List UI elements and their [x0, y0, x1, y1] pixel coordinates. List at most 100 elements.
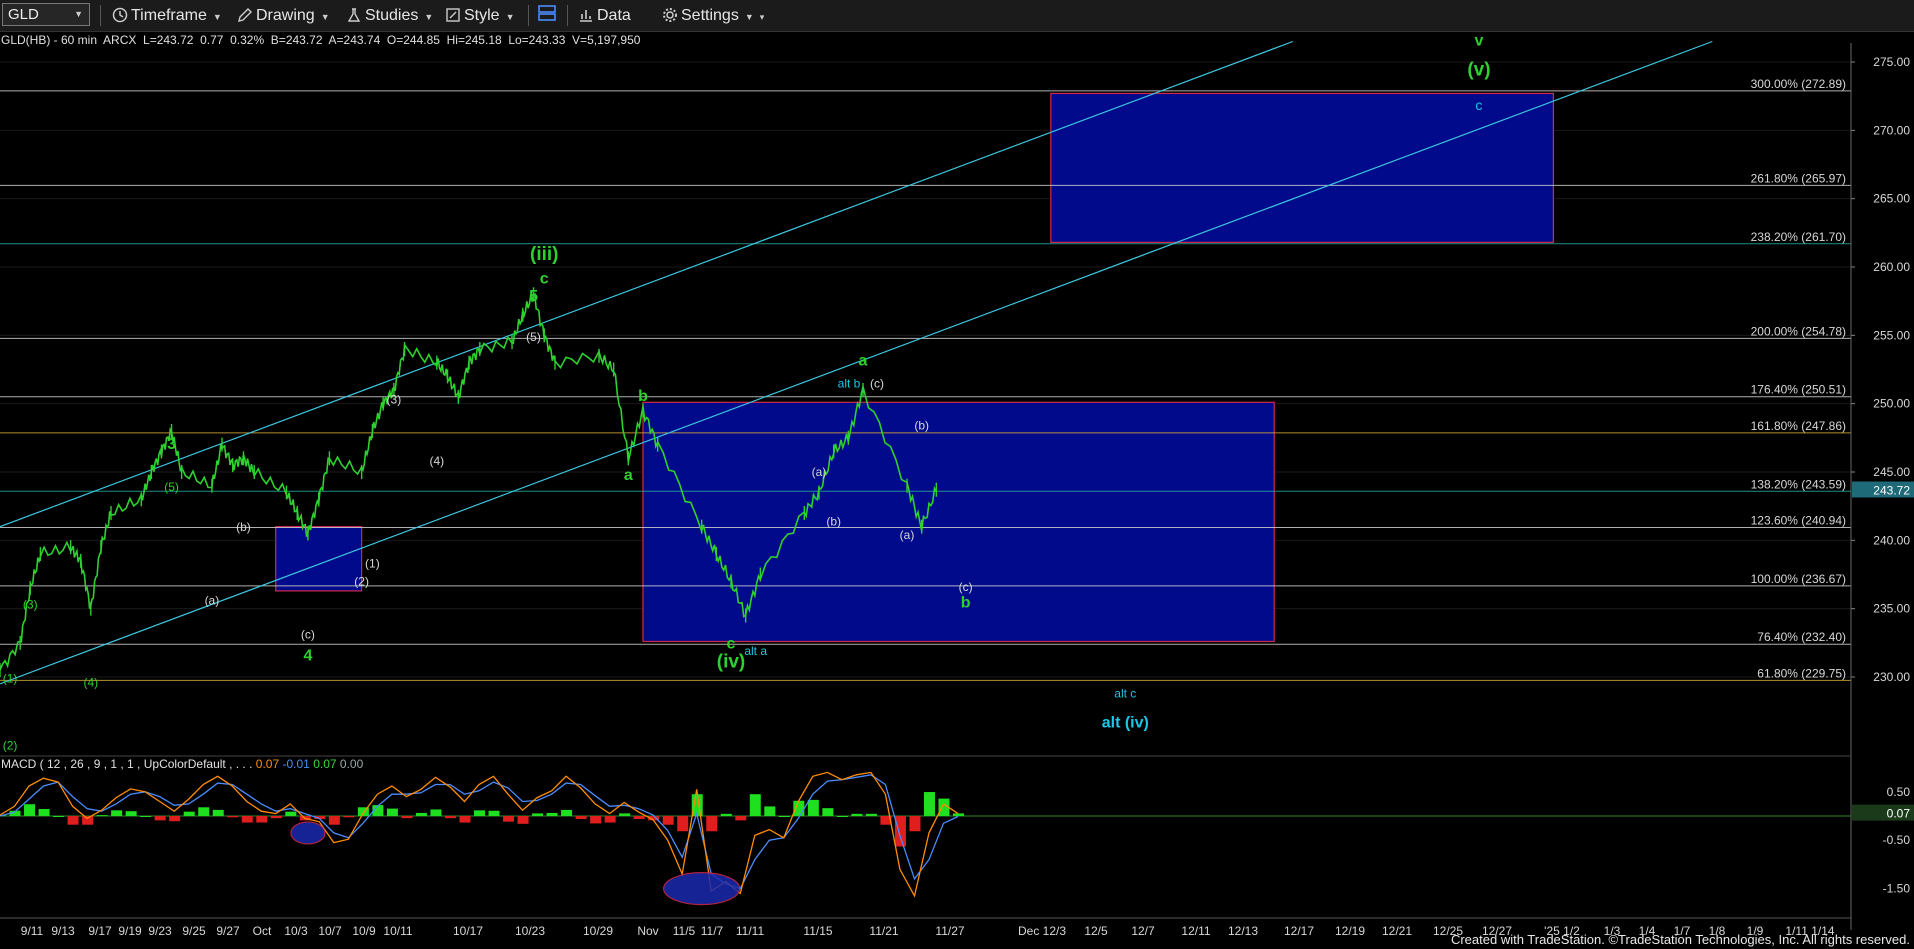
date-tick-label: Oct — [253, 924, 272, 938]
data-label: Data — [597, 7, 631, 24]
date-tick-label: 12/21 — [1382, 924, 1412, 938]
pencil-icon — [238, 8, 252, 22]
date-tick-label: Nov — [637, 924, 658, 938]
chevron-down-icon: ▼ — [744, 12, 754, 22]
macd-hist-bar — [285, 811, 297, 816]
wave-label: (3) — [23, 598, 38, 612]
macd-hist-bar — [953, 813, 964, 816]
date-tick-label: 9/13 — [51, 924, 75, 938]
timeframe-label: Timeframe — [131, 7, 207, 24]
price-chart[interactable]: 300.00% (272.89) 261.80% (265.97) 238.20% … — [0, 31, 1914, 949]
y-tick-label: 230.00 — [1873, 670, 1910, 684]
wave-label: v — [1474, 33, 1483, 50]
macd-hist-bar — [677, 816, 689, 832]
macd-hist-bar — [67, 816, 79, 825]
macd-hist-bar — [836, 816, 848, 817]
style-menu[interactable]: Style ▼ — [445, 0, 515, 31]
date-tick-label: 12/11 — [1181, 924, 1210, 938]
wave-label: alt c — [1114, 687, 1136, 701]
macd-divergence-ellipse — [290, 821, 326, 845]
macd-hist-bar — [328, 816, 340, 825]
macd-hist-bar — [169, 816, 181, 822]
wave-label: c — [540, 270, 549, 287]
fib-label: 300.00% (272.89) — [1751, 77, 1846, 91]
macd-hist-bar — [662, 816, 674, 825]
symbol-selector[interactable]: GLD ▼ — [2, 3, 90, 26]
date-tick-label: 11/15 — [803, 924, 832, 938]
date-tick-label: 9/19 — [118, 924, 142, 938]
macd-hist-bar — [517, 816, 529, 824]
settings-label: Settings — [681, 7, 739, 24]
wave-label: (b) — [914, 419, 929, 433]
macd-hist-bar — [633, 816, 645, 820]
macd-header: MACD ( 12 , 26 , 9 , 1 , 1 , UpColorDefa… — [1, 757, 363, 771]
macd-hist-bar — [865, 813, 877, 816]
wave-label: c — [727, 635, 736, 652]
macd-hist-bar — [706, 816, 718, 832]
wave-label: (2) — [3, 738, 18, 752]
toolbar-separator — [567, 5, 568, 26]
macd-hist-bar — [386, 808, 398, 816]
flask-icon — [347, 8, 361, 22]
y-tick-label: 255.00 — [1873, 328, 1910, 342]
date-tick-label: 11/11 — [736, 924, 765, 938]
fib-label: 123.60% (240.94) — [1751, 513, 1846, 527]
macd-hist-bar — [154, 816, 166, 821]
macd-hist-bar — [111, 810, 123, 816]
settings-menu[interactable]: Settings ▼ ▾ — [662, 0, 764, 31]
macd-hist-bar — [24, 804, 36, 816]
date-tick-label: 9/27 — [216, 924, 240, 938]
y-tick-label: 245.00 — [1873, 465, 1910, 479]
chevron-down-icon: ▾ — [759, 12, 765, 22]
macd-hist-bar — [430, 809, 442, 816]
wave-label: (5) — [526, 330, 541, 344]
wave-label: (c) — [301, 628, 315, 642]
macd-hist-bar — [909, 816, 921, 832]
wave-label: (a) — [205, 594, 220, 608]
date-tick-label: 9/23 — [148, 924, 172, 938]
macd-hist-bar — [575, 816, 587, 820]
data-menu[interactable]: Data — [578, 0, 631, 31]
macd-hist-bar — [851, 813, 863, 816]
date-tick-label: 12/17 — [1284, 924, 1314, 938]
fib-label: 61.80% (229.75) — [1757, 666, 1846, 680]
date-tick-label: 10/29 — [583, 924, 613, 938]
macd-hist-bar — [125, 811, 137, 816]
layout-icon — [538, 5, 556, 21]
studies-menu[interactable]: Studies ▼ — [346, 0, 433, 31]
macd-hist-bar — [923, 792, 935, 816]
chevron-down-icon: ▼ — [505, 12, 515, 22]
y-tick-label: 260.00 — [1873, 260, 1910, 274]
wave-label: (4) — [83, 676, 98, 690]
bar-chart-icon — [580, 10, 592, 22]
layout-button[interactable] — [537, 0, 560, 31]
macd-hist-bar — [140, 816, 152, 817]
chevron-down-icon: ▼ — [74, 9, 83, 19]
wave-label: (1) — [3, 671, 18, 685]
wave-label: (2) — [354, 574, 369, 588]
wave-label: (1) — [365, 557, 380, 571]
date-tick-label: Dec 12/3 — [1018, 924, 1066, 938]
macd-divergence-ellipse — [663, 872, 741, 906]
wave4-box — [275, 526, 363, 592]
fib-label: 238.20% (261.70) — [1751, 230, 1846, 244]
timeframe-menu[interactable]: Timeframe ▼ — [112, 0, 222, 31]
fib-label: 100.00% (236.67) — [1751, 572, 1846, 586]
drawing-menu[interactable]: Drawing ▼ — [237, 0, 330, 31]
wave-label: (c) — [959, 580, 973, 594]
macd-hist-bar — [720, 813, 732, 816]
wave-label: c — [1475, 97, 1482, 113]
date-tick-label: 12/13 — [1228, 924, 1258, 938]
middle-support-box — [642, 401, 1275, 643]
y-tick-label: 240.00 — [1873, 533, 1910, 547]
gear-icon — [663, 8, 677, 22]
macd-hist-bar — [532, 813, 544, 816]
date-tick-label: 12/19 — [1335, 924, 1365, 938]
macd-zero-value: 0.00 — [339, 757, 364, 771]
macd-hist-bar — [503, 816, 515, 822]
fib-label: 138.20% (243.59) — [1751, 477, 1846, 491]
macd-hist-bar — [241, 816, 253, 823]
wave-label: 3 — [167, 436, 176, 453]
macd-hist-bar — [82, 816, 94, 825]
wave-label: (v) — [1467, 60, 1490, 81]
